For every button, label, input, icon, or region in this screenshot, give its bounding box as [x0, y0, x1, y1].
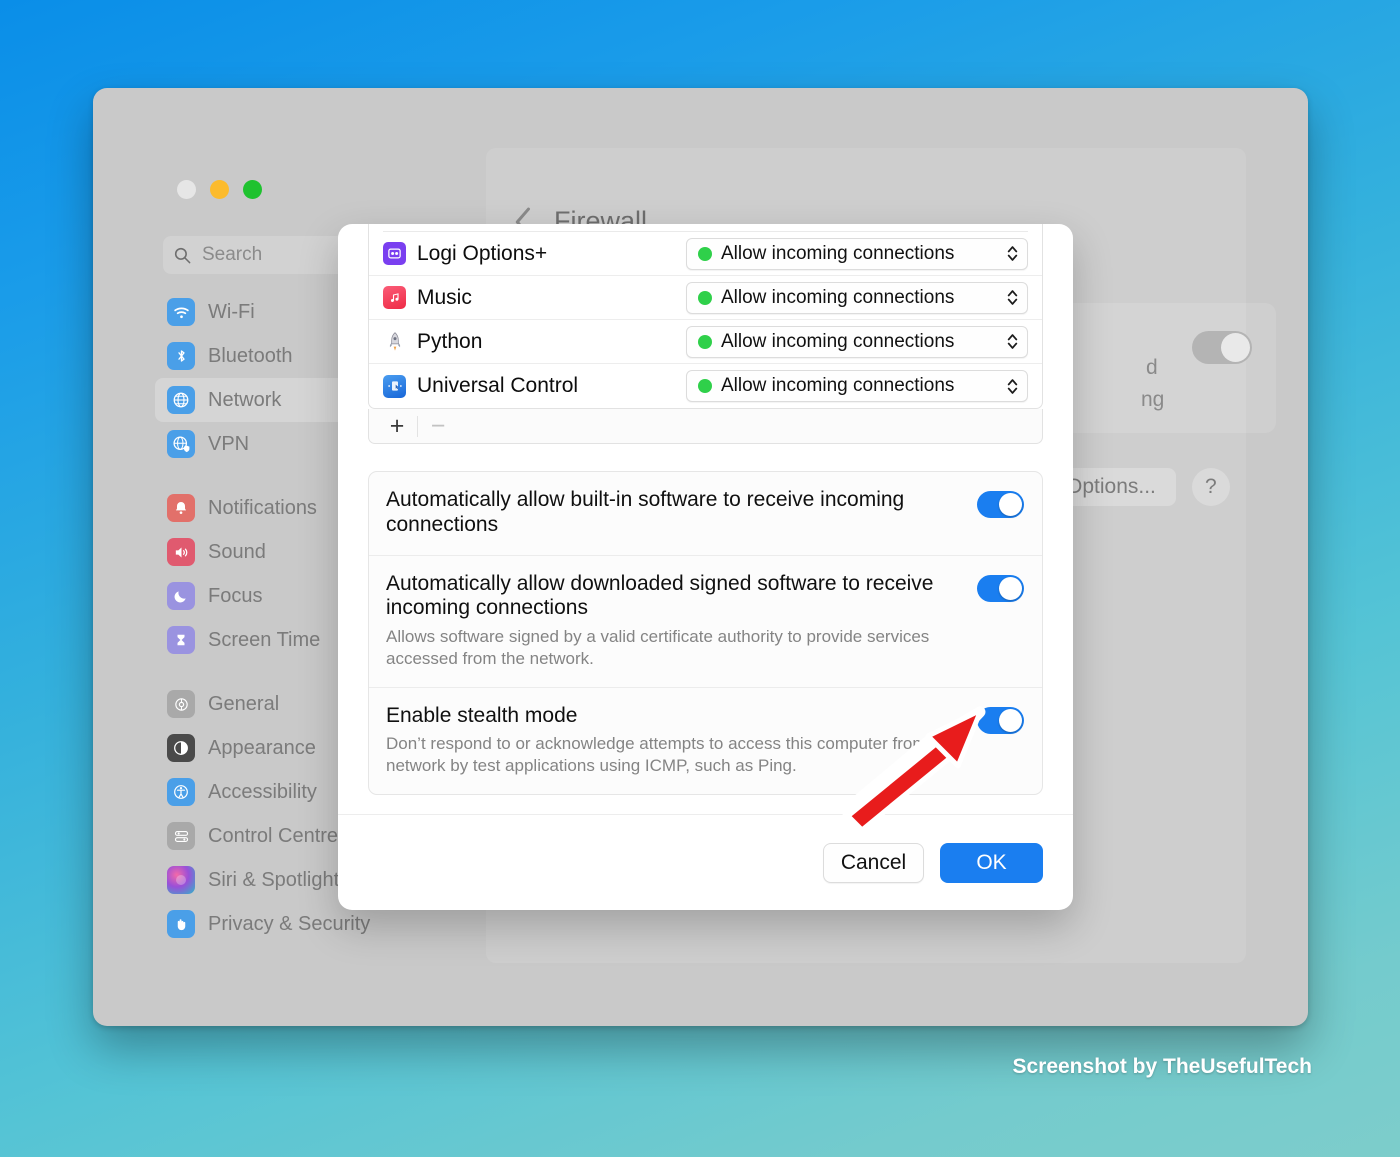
- permission-value: Allow incoming connections: [721, 330, 955, 352]
- app-permission-list: Logi Options+ Allow incoming connections: [368, 224, 1043, 409]
- remove-app-button[interactable]: −: [418, 411, 458, 441]
- zoom-window-button[interactable]: [243, 180, 262, 199]
- sidebar-label-accessibility: Accessibility: [208, 780, 317, 803]
- siri-icon: [167, 866, 195, 894]
- setting-text-group: Enable stealth mode Don’t respond to or …: [386, 704, 963, 777]
- firewall-master-toggle[interactable]: [1192, 331, 1252, 364]
- permission-dropdown[interactable]: Allow incoming connections: [686, 325, 1028, 358]
- sidebar-label-general: General: [208, 692, 280, 715]
- app-name: Music: [417, 285, 472, 309]
- chevron-updown-icon: [1007, 290, 1018, 305]
- sidebar-label-notifications: Notifications: [208, 496, 317, 519]
- moon-icon: [167, 582, 195, 610]
- permission-value: Allow incoming connections: [721, 286, 955, 308]
- app-name: Logi Options+: [417, 241, 548, 265]
- permission-dropdown[interactable]: Allow incoming connections: [686, 370, 1028, 402]
- status-dot-allow: [698, 290, 712, 305]
- logi-options-icon: [383, 242, 406, 265]
- sidebar-label-focus: Focus: [208, 584, 263, 607]
- sidebar-label-privacy-security: Privacy & Security: [208, 912, 371, 935]
- toggle-knob: [999, 493, 1022, 516]
- sidebar-label-network: Network: [208, 388, 282, 411]
- setting-text-group: Automatically allow built-in software to…: [386, 488, 963, 538]
- status-dot-allow: [698, 246, 712, 261]
- app-list-controls: + −: [368, 409, 1043, 444]
- status-dot-allow: [698, 334, 712, 349]
- setting-row-builtin-software: Automatically allow built-in software to…: [369, 472, 1042, 556]
- sidebar-label-appearance: Appearance: [208, 736, 316, 759]
- setting-row-signed-software: Automatically allow downloaded signed so…: [369, 556, 1042, 688]
- search-placeholder-text: Search: [202, 244, 263, 265]
- firewall-toggle-knob: [1221, 333, 1250, 362]
- dialog-footer: Cancel OK: [338, 814, 1073, 910]
- toggle-builtin-software[interactable]: [977, 491, 1024, 518]
- bell-icon: [167, 494, 195, 522]
- ok-button[interactable]: OK: [940, 842, 1043, 883]
- setting-row-stealth-mode: Enable stealth mode Don’t respond to or …: [369, 688, 1042, 794]
- app-name: Universal Control: [417, 374, 579, 397]
- wifi-icon: [167, 298, 195, 326]
- permission-value: Allow incoming connections: [721, 375, 955, 396]
- accessibility-icon: [167, 778, 195, 806]
- permission-dropdown[interactable]: Allow incoming connections: [686, 237, 1028, 270]
- sidebar-label-control-centre: Control Centre: [208, 824, 339, 847]
- sidebar-label-wifi: Wi-Fi: [208, 300, 255, 323]
- search-icon: [174, 247, 191, 263]
- sidebar-label-screen-time: Screen Time: [208, 628, 321, 651]
- list-scroll-clip: [383, 224, 1028, 232]
- sidebar-label-bluetooth: Bluetooth: [208, 344, 293, 367]
- globe-icon: [167, 386, 195, 414]
- setting-text-group: Automatically allow downloaded signed so…: [386, 572, 963, 670]
- chevron-updown-icon: [1007, 334, 1018, 349]
- watermark-text: Screenshot by TheUsefulTech: [1012, 1055, 1312, 1078]
- permission-value: Allow incoming connections: [721, 242, 955, 264]
- control-centre-icon: [167, 822, 195, 850]
- minimize-window-button[interactable]: [210, 180, 229, 199]
- chevron-updown-icon: [1007, 378, 1018, 394]
- bluetooth-icon: [167, 342, 195, 370]
- help-button[interactable]: ?: [1191, 468, 1230, 506]
- setting-title: Automatically allow downloaded signed so…: [386, 571, 934, 620]
- toggle-knob: [999, 708, 1022, 732]
- hourglass-icon: [167, 626, 195, 654]
- table-row[interactable]: Universal Control Allow incoming connect…: [369, 364, 1042, 408]
- permission-dropdown[interactable]: Allow incoming connections: [686, 281, 1028, 314]
- gear-icon: [167, 690, 195, 718]
- table-row[interactable]: Python Allow incoming connections: [369, 320, 1042, 364]
- add-app-button[interactable]: +: [377, 411, 417, 441]
- python-rocket-icon: [383, 330, 406, 353]
- table-row[interactable]: Logi Options+ Allow incoming connections: [369, 232, 1042, 276]
- background-text-fragment-2: ng: [1141, 388, 1165, 411]
- chevron-updown-icon: [1007, 246, 1018, 261]
- status-dot-allow: [698, 379, 712, 393]
- sidebar-label-siri-spotlight: Siri & Spotlight: [208, 868, 340, 891]
- setting-description: Allows software signed by a valid certif…: [386, 627, 930, 668]
- setting-title: Automatically allow built-in software to…: [386, 488, 905, 536]
- app-name: Python: [417, 329, 483, 353]
- cancel-button[interactable]: Cancel: [823, 842, 924, 883]
- toggle-knob: [999, 576, 1022, 600]
- setting-title: Enable stealth mode: [386, 703, 578, 727]
- speaker-icon: [167, 538, 195, 566]
- hand-icon: [167, 910, 195, 938]
- appearance-icon: [167, 734, 195, 762]
- universal-control-icon: [383, 374, 406, 398]
- music-icon: [383, 286, 406, 309]
- sidebar-label-sound: Sound: [208, 540, 266, 563]
- vpn-globe-icon: [167, 430, 195, 458]
- screenshot-canvas: Search Wi-Fi Bluetooth Network VPN Notif…: [0, 0, 1400, 1157]
- toggle-signed-software[interactable]: [977, 574, 1024, 602]
- background-text-fragment-1: d: [1146, 356, 1158, 379]
- window-traffic-lights: [177, 180, 262, 199]
- close-window-button[interactable]: [177, 180, 196, 199]
- setting-description: Don’t respond to or acknowledge attempts…: [386, 734, 955, 776]
- table-row[interactable]: Music Allow incoming connections: [369, 276, 1042, 320]
- firewall-actions-row: Options... ?: [1046, 468, 1230, 506]
- toggle-stealth-mode[interactable]: [977, 706, 1024, 734]
- sidebar-label-vpn: VPN: [208, 432, 250, 455]
- firewall-options-dialog: Logi Options+ Allow incoming connections: [338, 224, 1073, 910]
- firewall-settings-card: Automatically allow built-in software to…: [368, 471, 1043, 795]
